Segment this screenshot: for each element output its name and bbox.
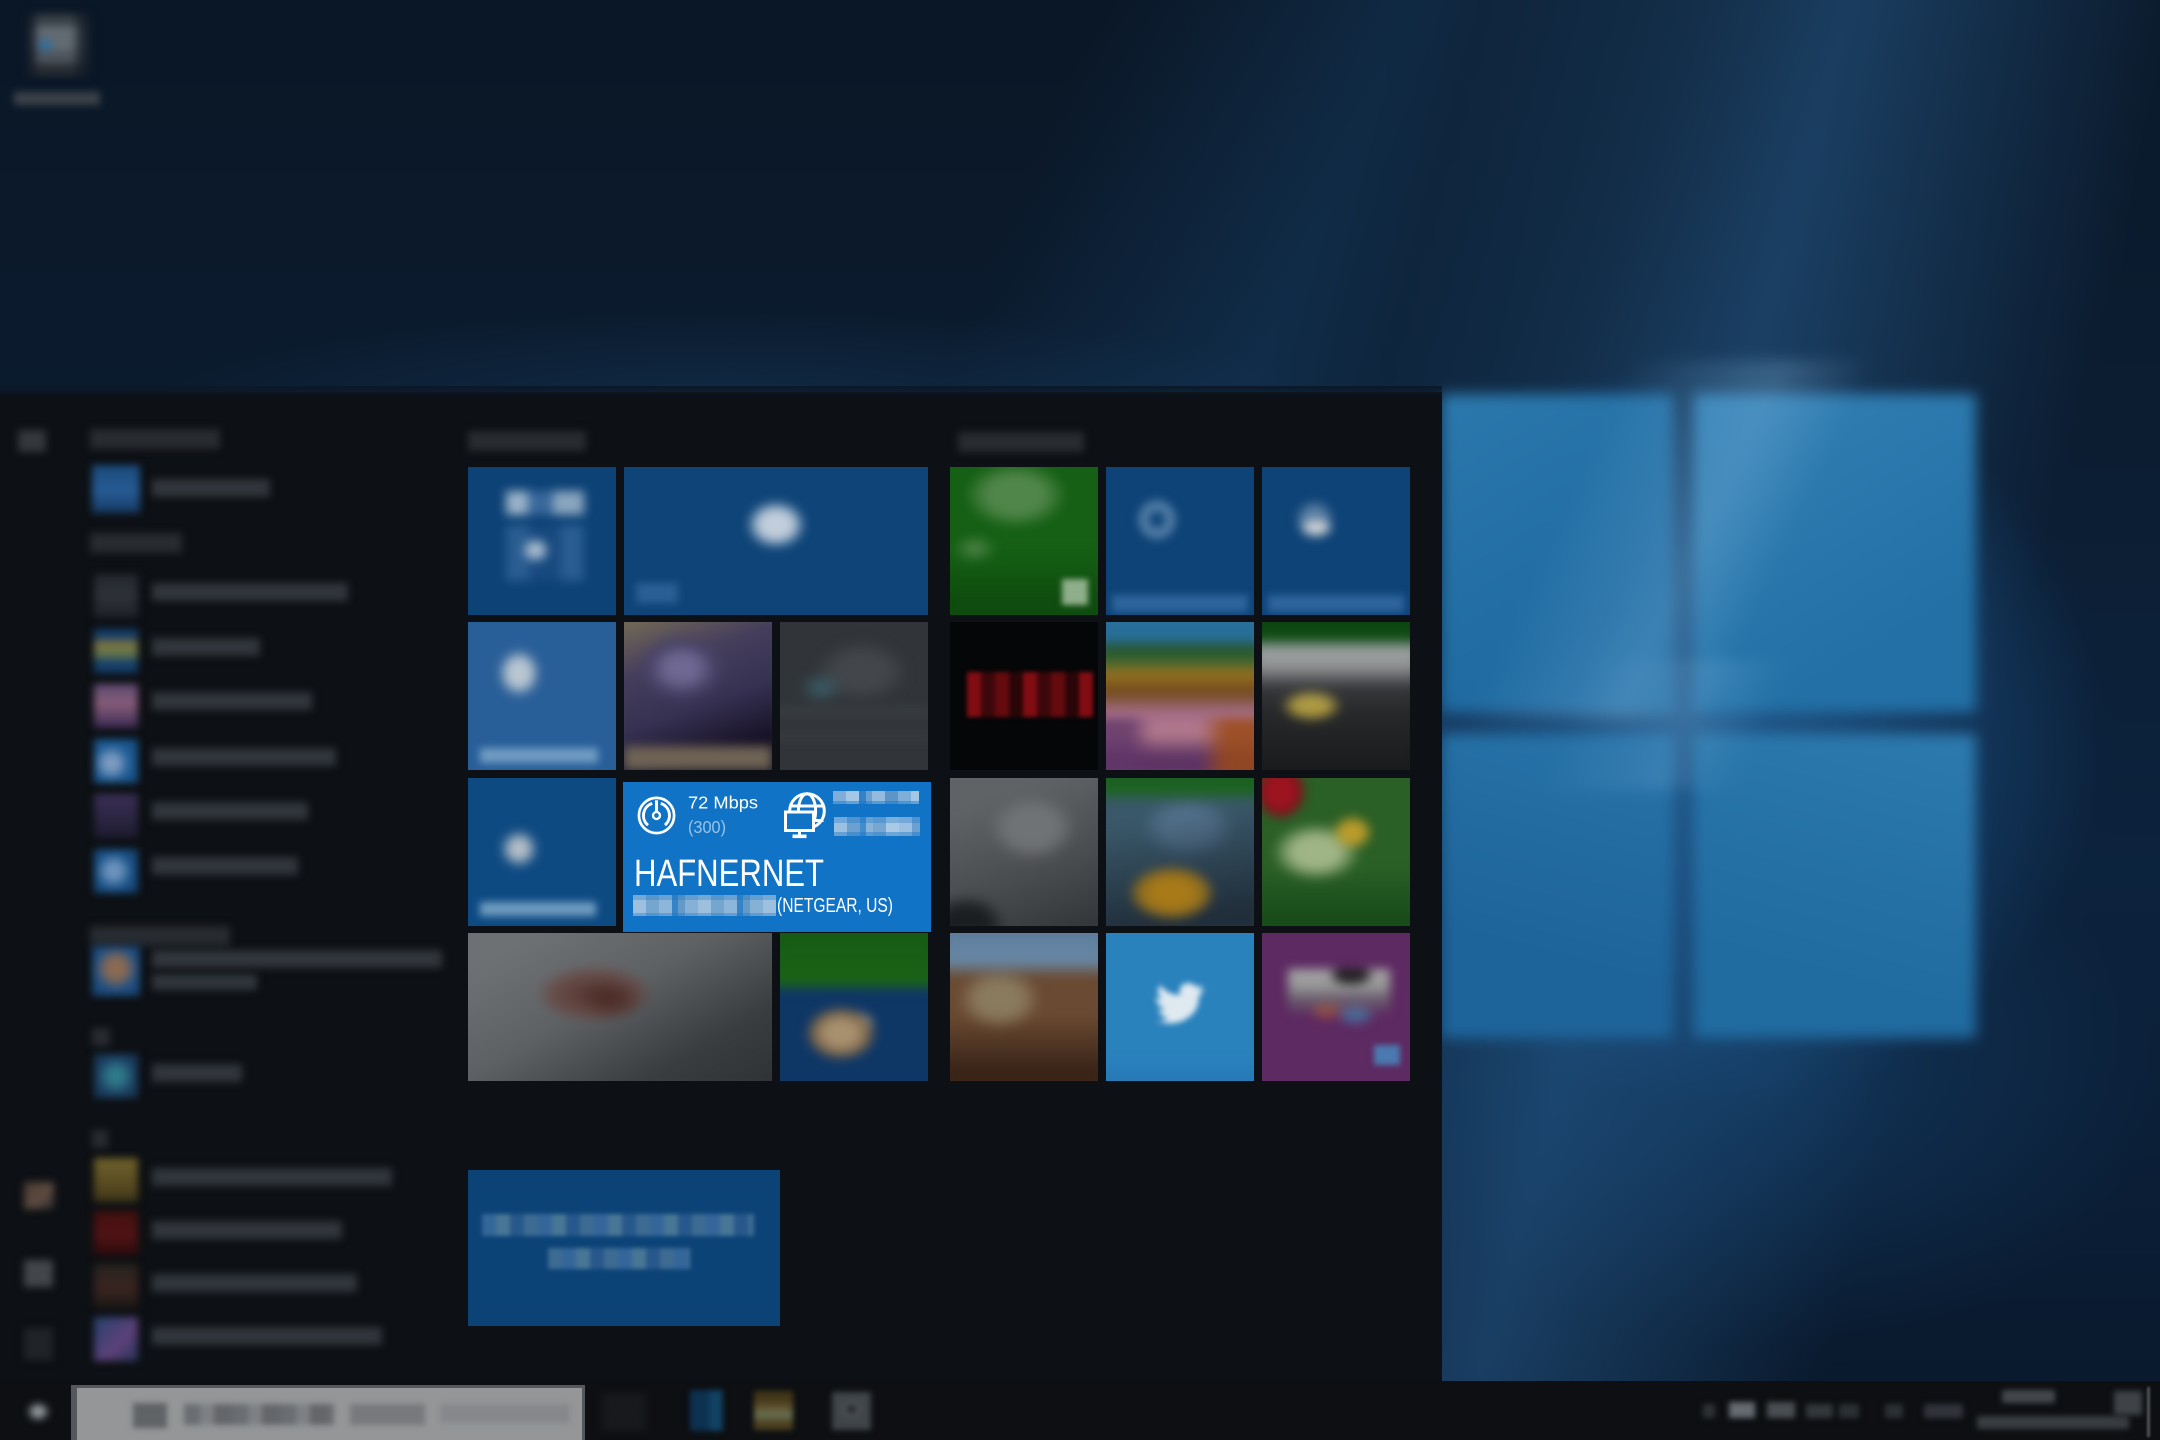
svg-text:HAFNERNET: HAFNERNET [634,853,824,895]
svg-text:(300): (300) [688,817,726,837]
svg-text:(NETGEAR, US): (NETGEAR, US) [777,894,893,917]
svg-text:72 Mbps: 72 Mbps [688,793,758,813]
